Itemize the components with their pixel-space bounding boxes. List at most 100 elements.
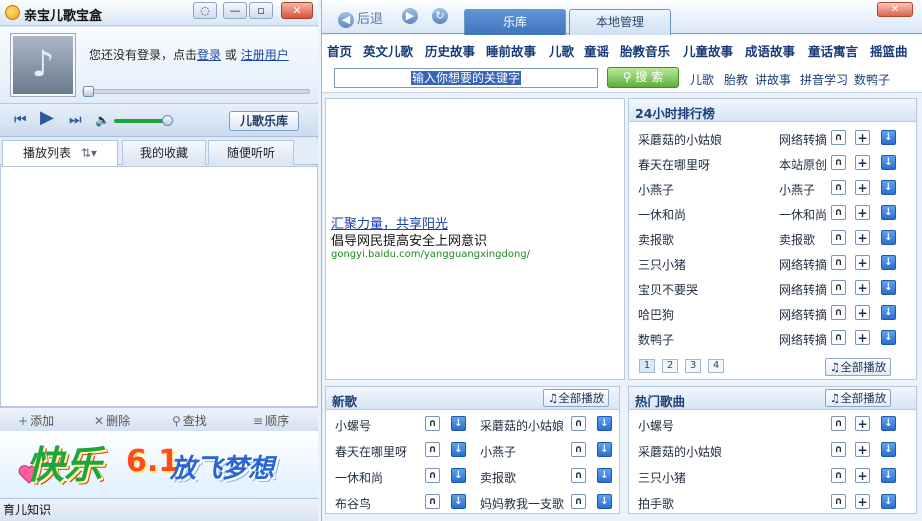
tab-music-library[interactable]: 乐库 [464,9,566,35]
download-icon[interactable]: ↓ [881,442,896,457]
playlist-area[interactable] [0,166,318,407]
hot-play-all-button[interactable]: ♫全部播放 [825,389,892,407]
plus-icon[interactable]: + [855,442,870,457]
play-icon[interactable]: ▶ [40,109,54,127]
headphones-icon[interactable]: ∩ [831,305,846,320]
status-bar[interactable]: 育儿知识 [0,498,318,521]
quick-link-kids-songs[interactable]: 儿歌 [690,71,714,88]
new-song-title[interactable]: 采蘑菇的小姑娘 [480,417,564,434]
plus-icon[interactable]: + [855,180,870,195]
rank-song-title[interactable]: 春天在哪里呀 [638,156,710,173]
download-icon[interactable]: ↓ [597,416,612,431]
download-icon[interactable]: ↓ [881,468,896,483]
download-icon[interactable]: ↓ [881,130,896,145]
headphones-icon[interactable]: ∩ [831,416,846,431]
headphones-icon[interactable]: ∩ [425,416,440,431]
hot-song-title[interactable]: 小螺号 [638,417,674,434]
cat-fairy-tales[interactable]: 童话寓言 [808,41,858,60]
headphones-icon[interactable]: ∩ [831,205,846,220]
headphones-icon[interactable]: ∩ [425,442,440,457]
plus-icon[interactable]: + [855,305,870,320]
register-link[interactable]: 注册用户 [241,48,289,62]
back-button[interactable]: ◀ 后退 [338,8,383,28]
headphones-icon[interactable]: ∩ [831,130,846,145]
next-icon[interactable]: ⏭ [69,112,82,128]
add-button[interactable]: + 添加 [18,412,54,429]
download-icon[interactable]: ↓ [881,205,896,220]
cat-english-songs[interactable]: 英文儿歌 [363,41,413,60]
rank-song-title[interactable]: 小燕子 [638,181,674,198]
rank-song-title[interactable]: 三只小猪 [638,256,686,273]
download-icon[interactable]: ↓ [881,494,896,509]
plus-icon[interactable]: + [855,330,870,345]
new-song-title[interactable]: 妈妈教我一支歌 [480,495,564,512]
close-button[interactable]: ✕ [281,2,313,19]
rank-song-title[interactable]: 哈巴狗 [638,306,674,323]
plus-icon[interactable]: + [855,494,870,509]
tab-favorites[interactable]: 我的收藏 [122,140,206,165]
hot-song-title[interactable]: 拍手歌 [638,495,674,512]
download-icon[interactable]: ↓ [451,442,466,457]
download-icon[interactable]: ↓ [451,416,466,431]
headphones-icon[interactable]: ∩ [831,330,846,345]
download-icon[interactable]: ↓ [881,255,896,270]
cat-rhymes[interactable]: 童谣 [584,41,609,60]
tab-playlist[interactable]: 播放列表 ⇅▾ [2,140,118,166]
headphones-icon[interactable]: ∩ [831,255,846,270]
download-icon[interactable]: ↓ [597,468,612,483]
volume-knob[interactable] [162,115,173,126]
hot-song-title[interactable]: 采蘑菇的小姑娘 [638,443,722,460]
headphones-icon[interactable]: ∩ [425,468,440,483]
plus-icon[interactable]: + [855,130,870,145]
headphones-icon[interactable]: ∩ [425,494,440,509]
refresh-button[interactable]: ↻ [432,8,451,24]
download-icon[interactable]: ↓ [881,305,896,320]
new-song-title[interactable]: 春天在哪里呀 [335,443,407,460]
download-icon[interactable]: ↓ [881,180,896,195]
cat-kids-stories[interactable]: 儿童故事 [683,41,733,60]
headphones-icon[interactable]: ∩ [831,180,846,195]
search-button[interactable]: ⚲ 搜 索 [607,67,679,88]
plus-icon[interactable]: + [855,255,870,270]
login-link[interactable]: 登录 [197,48,221,62]
cat-home[interactable]: 首页 [327,41,352,60]
maximize-button[interactable]: ▫ [249,2,273,19]
progress-bar[interactable] [82,86,310,97]
search-input[interactable]: 输入你想要的关键字 [334,68,598,88]
rank-song-title[interactable]: 数鸭子 [638,331,674,348]
download-icon[interactable]: ↓ [881,230,896,245]
page-4[interactable]: 4 [708,359,724,373]
download-icon[interactable]: ↓ [881,330,896,345]
headphones-icon[interactable]: ∩ [571,416,586,431]
sort-icon[interactable]: ⇅▾ [81,146,97,160]
cat-idiom-stories[interactable]: 成语故事 [745,41,795,60]
rank-song-title[interactable]: 采蘑菇的小姑娘 [638,131,722,148]
quick-link-pinyin[interactable]: 拼音学习 [800,71,848,88]
headphones-icon[interactable]: ∩ [831,468,846,483]
download-icon[interactable]: ↓ [881,280,896,295]
plus-icon[interactable]: + [855,416,870,431]
rank-play-all-button[interactable]: ♫全部播放 [825,358,892,376]
find-button[interactable]: ⚲ 查找 [172,412,207,429]
order-button[interactable]: ≡ 顺序 [253,412,289,429]
panel-close-button[interactable]: ✕ [877,2,913,17]
headphones-icon[interactable]: ∩ [831,494,846,509]
new-play-all-button[interactable]: ♫全部播放 [543,389,610,407]
tab-local-manage[interactable]: 本地管理 [569,9,671,35]
new-song-title[interactable]: 布谷鸟 [335,495,371,512]
promo-banner[interactable]: 快乐 6.1 放飞梦想 [0,431,318,498]
download-icon[interactable]: ↓ [881,416,896,431]
new-song-title[interactable]: 小螺号 [335,417,371,434]
plus-icon[interactable]: + [855,155,870,170]
download-icon[interactable]: ↓ [597,442,612,457]
headphones-icon[interactable]: ∩ [571,468,586,483]
download-icon[interactable]: ↓ [881,155,896,170]
plus-icon[interactable]: + [855,468,870,483]
download-icon[interactable]: ↓ [451,468,466,483]
delete-button[interactable]: ✕ 删除 [94,412,130,429]
skin-icon[interactable]: ◌ [193,2,217,19]
song-library-button[interactable]: 儿歌乐库 [229,111,299,131]
tab-random-listen[interactable]: 随便听听 [208,140,294,165]
cat-kids-songs[interactable]: 儿歌 [549,41,574,60]
headphones-icon[interactable]: ∩ [831,442,846,457]
